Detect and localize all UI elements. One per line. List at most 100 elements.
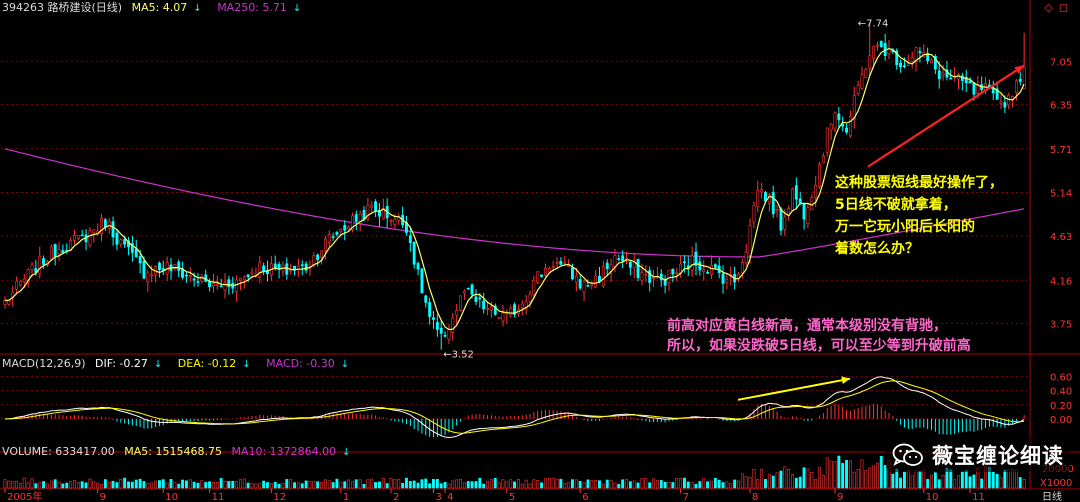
restore-icon[interactable]: ◻ <box>1059 1 1068 14</box>
candle <box>146 272 150 282</box>
diamond-icon[interactable]: ◇ <box>1044 1 1052 14</box>
volume-bar <box>497 482 501 489</box>
vol-ma5-label: MA5: 1515468.75 <box>124 445 222 458</box>
candle <box>370 205 374 208</box>
candle <box>331 236 335 238</box>
volume-bar <box>73 480 76 489</box>
candle <box>470 284 474 295</box>
candle <box>323 238 327 252</box>
volume-bar <box>802 467 806 489</box>
candle <box>455 310 459 316</box>
candle <box>578 279 582 289</box>
volume-bar <box>158 480 161 489</box>
volume-bar <box>864 470 868 489</box>
volume-bar <box>1022 478 1026 489</box>
candle <box>258 262 262 278</box>
down-arrow-icon: ↓ <box>193 3 202 14</box>
volume-bar <box>671 482 675 489</box>
volume-bar <box>609 480 613 489</box>
volume-bar <box>374 482 377 489</box>
candle <box>671 268 675 275</box>
volume-bar <box>736 480 740 489</box>
volume-bar <box>648 482 652 489</box>
candle <box>740 262 744 274</box>
volume-bar <box>798 476 802 489</box>
candle <box>779 208 783 231</box>
volume-bar <box>200 480 204 489</box>
candle <box>76 235 80 239</box>
volume-bar <box>922 470 926 489</box>
volume-bar <box>995 473 999 489</box>
volume-bar <box>779 470 783 489</box>
annotation-yellow: 这种股票短线最好操作了， 5日线不破就拿着， 万一它玩小阳后长阳的 着数怎么办？ <box>835 172 1003 260</box>
candle <box>42 258 46 265</box>
annotation-line: 万一它玩小阳后长阳的 <box>835 219 975 235</box>
price-tick-label: 4.63 <box>1050 232 1072 243</box>
volume-bar <box>80 481 84 489</box>
candle <box>428 302 432 317</box>
volume-bar <box>212 481 215 489</box>
volume-bar <box>242 478 246 489</box>
x-tick-label: 5 <box>509 492 515 502</box>
volume-bar <box>381 478 385 489</box>
candle <box>115 232 119 245</box>
macd-tick-label: 0.20 <box>1050 401 1072 412</box>
dif-line <box>4 376 1025 439</box>
volume-bar <box>926 478 930 489</box>
candle <box>845 127 849 133</box>
volume-bar <box>748 476 752 489</box>
volume-bar <box>235 481 239 489</box>
low-price-label: ←3.52 <box>443 350 474 361</box>
volume-bar <box>783 466 787 489</box>
volume-bar <box>848 460 852 489</box>
x-tick-label: 9 <box>100 492 106 502</box>
volume-bar <box>1014 469 1018 489</box>
volume-bar <box>991 471 995 489</box>
x-tick-label: 9 <box>837 492 843 502</box>
x-tick-label: 11 <box>212 492 225 502</box>
volume-bar <box>679 478 683 489</box>
volume-bar <box>516 478 520 489</box>
candle <box>968 80 972 84</box>
candle <box>675 272 679 274</box>
candle <box>628 261 632 268</box>
volume-bar <box>459 478 462 489</box>
volume-bar <box>169 478 173 489</box>
candle <box>860 74 864 89</box>
volume-bar <box>524 479 528 489</box>
candle <box>320 250 323 258</box>
volume-bar <box>65 482 69 489</box>
volume-bar <box>53 479 57 489</box>
volume-bar <box>771 475 775 489</box>
volume-bar <box>713 477 717 489</box>
candle <box>239 278 242 282</box>
candle <box>215 283 219 286</box>
candle <box>848 116 852 137</box>
down-arrow-icon: ↓ <box>340 359 350 370</box>
candle <box>412 241 416 265</box>
volume-bar <box>339 482 343 489</box>
candle <box>899 62 903 68</box>
candle <box>756 190 760 207</box>
volume-bar <box>18 482 22 489</box>
candle <box>242 276 246 281</box>
arrowhead-icon <box>841 376 850 385</box>
candle <box>501 312 505 322</box>
volume-bar <box>733 479 737 489</box>
trend-arrow <box>867 64 1025 168</box>
candle <box>219 285 223 288</box>
candle <box>459 295 462 311</box>
volume-bar <box>281 482 285 489</box>
candle <box>92 229 96 234</box>
volume-bar <box>354 479 358 489</box>
volume-bar <box>377 481 381 489</box>
volume-bar <box>486 480 489 489</box>
volume-bar <box>980 478 984 489</box>
candle <box>547 268 551 273</box>
volume-bar <box>841 463 845 489</box>
candle <box>208 281 211 287</box>
volume-bar <box>763 478 767 489</box>
volume-bar <box>22 477 26 489</box>
high-price-label: ←7.74 <box>858 18 889 29</box>
volume-bar <box>107 481 111 489</box>
